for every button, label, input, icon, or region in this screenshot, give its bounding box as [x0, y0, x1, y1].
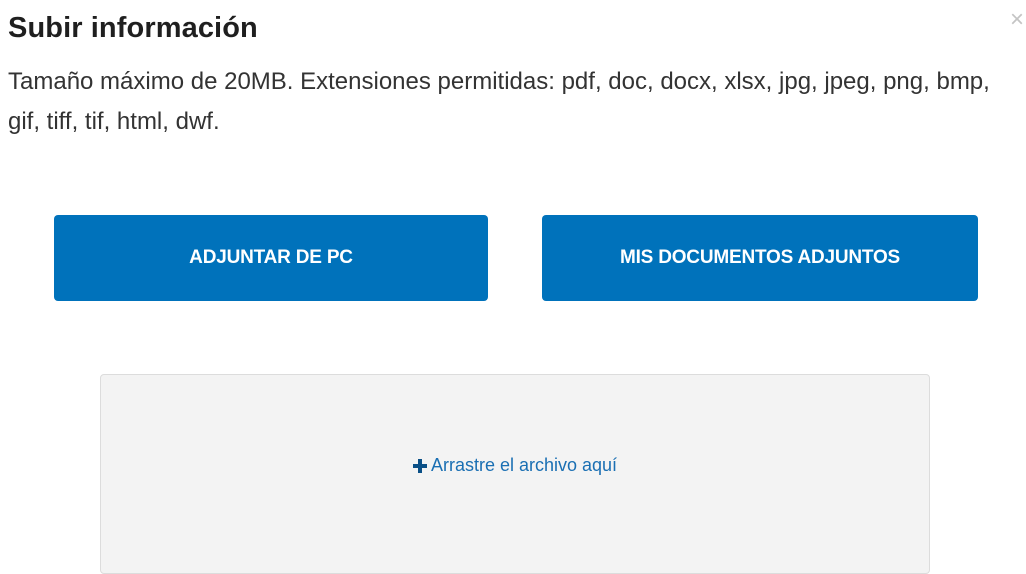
attach-from-pc-button[interactable]: ADJUNTAR DE PC — [54, 215, 488, 301]
plus-icon — [412, 458, 427, 473]
file-dropzone[interactable]: Arrastre el archivo aquí — [100, 374, 930, 574]
my-documents-label: MIS DOCUMENTOS ADJUNTOS — [619, 247, 901, 268]
modal-title: Subir información — [8, 12, 258, 44]
dropzone-label: Arrastre el archivo aquí — [430, 455, 618, 475]
attach-from-pc-label: ADJUNTAR DE PC — [189, 247, 353, 268]
my-documents-button[interactable]: MIS DOCUMENTOS ADJUNTOS — [542, 215, 978, 301]
upload-description: Tamaño máximo de 20MB. Extensiones permi… — [8, 68, 990, 135]
close-icon[interactable]: × — [1010, 8, 1024, 32]
dropzone-label-group[interactable]: Arrastre el archivo aquí — [412, 455, 618, 476]
